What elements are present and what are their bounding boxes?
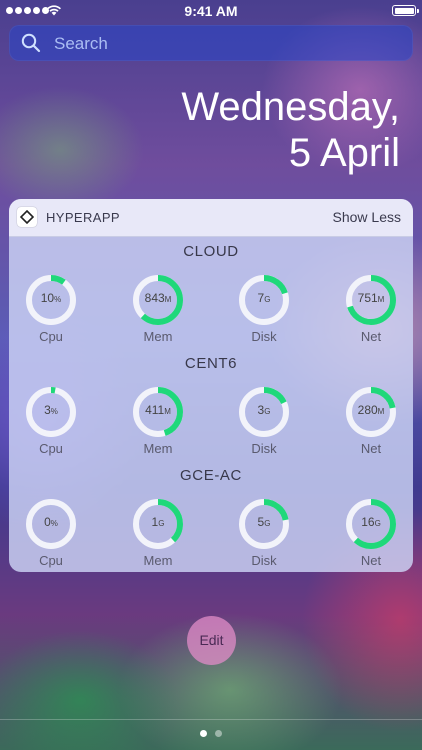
battery-icon bbox=[392, 5, 419, 16]
widget-header: HYPERAPP Show Less bbox=[9, 199, 413, 237]
metric-gauge-net: 16G Net bbox=[345, 498, 401, 568]
gauge-label: Mem bbox=[143, 553, 173, 568]
metric-gauge-mem: 843M Mem bbox=[132, 274, 188, 344]
gauge-unit: M bbox=[164, 295, 172, 304]
gauge-label: Cpu bbox=[39, 553, 63, 568]
gauge-value: 0% bbox=[25, 515, 77, 529]
gauge-value: 280M bbox=[345, 403, 397, 417]
gauge-label: Net bbox=[360, 553, 382, 568]
metric-gauge-disk: 5G Disk bbox=[238, 498, 294, 568]
metric-gauge-mem: 1G Mem bbox=[132, 498, 188, 568]
page-dot-active bbox=[200, 730, 207, 737]
gauge-number: 843 bbox=[144, 291, 165, 305]
page-dot bbox=[215, 730, 222, 737]
gauge-unit: % bbox=[50, 519, 58, 528]
divider bbox=[0, 719, 422, 720]
metric-gauge-cpu: 3% Cpu bbox=[25, 386, 81, 456]
gauge-number: 751 bbox=[357, 291, 378, 305]
server-name: CLOUD bbox=[183, 243, 239, 260]
server-name: CENT6 bbox=[184, 355, 238, 372]
metric-gauge-disk: 3G Disk bbox=[238, 386, 294, 456]
gauge-value: 16G bbox=[345, 515, 397, 529]
gauge-value: 3% bbox=[25, 403, 77, 417]
gauge-unit: % bbox=[54, 295, 62, 304]
gauge-label: Mem bbox=[143, 441, 173, 456]
gauge-label: Disk bbox=[251, 441, 277, 456]
date-day-month: 5 April bbox=[288, 131, 400, 175]
gauge-unit: M bbox=[377, 295, 385, 304]
gauge-label: Cpu bbox=[39, 329, 63, 344]
status-bar: 9:41 AM bbox=[0, 0, 422, 22]
gauge-value: 5G bbox=[238, 515, 290, 529]
gauge-number: 0 bbox=[44, 515, 51, 529]
gauge-unit: G bbox=[158, 519, 165, 528]
page-indicator bbox=[200, 730, 222, 737]
metric-gauge-net: 751M Net bbox=[345, 274, 401, 344]
gauge-value: 3G bbox=[238, 403, 290, 417]
gauge-number: 3 bbox=[44, 403, 51, 417]
gauge-value: 843M bbox=[132, 291, 184, 305]
date-display: Wednesday, 5 April bbox=[181, 84, 400, 176]
server-section: GCE-AC 0% Cpu 1G Mem 5G Disk 16G Net bbox=[9, 460, 413, 572]
gauge-unit: G bbox=[374, 519, 381, 528]
gauge-number: 10 bbox=[40, 291, 55, 305]
server-name: GCE-AC bbox=[180, 467, 242, 484]
gauge-number: 411 bbox=[145, 403, 165, 417]
gauge-label: Disk bbox=[251, 329, 277, 344]
gauge-number: 280 bbox=[357, 403, 378, 417]
gauge-unit: % bbox=[50, 407, 58, 416]
gauge-unit: G bbox=[264, 295, 271, 304]
metric-gauge-mem: 411M Mem bbox=[132, 386, 188, 456]
search-bar[interactable]: Search bbox=[9, 25, 413, 61]
gauge-unit: G bbox=[264, 407, 271, 416]
edit-button[interactable]: Edit bbox=[187, 616, 236, 665]
search-placeholder: Search bbox=[54, 34, 108, 53]
gauge-number: 16 bbox=[361, 515, 375, 529]
date-weekday: Wednesday, bbox=[181, 85, 400, 129]
gauge-value: 7G bbox=[238, 291, 290, 305]
metric-gauge-disk: 7G Disk bbox=[238, 274, 294, 344]
widget-app-name: HYPERAPP bbox=[46, 210, 121, 225]
metric-gauge-cpu: 0% Cpu bbox=[25, 498, 81, 568]
gauge-label: Net bbox=[360, 441, 382, 456]
app-logo-icon bbox=[17, 207, 37, 227]
metric-gauge-cpu: 10% Cpu bbox=[25, 274, 81, 344]
search-icon bbox=[21, 33, 41, 53]
gauge-unit: G bbox=[264, 519, 271, 528]
gauge-label: Disk bbox=[251, 553, 277, 568]
gauge-unit: M bbox=[377, 407, 385, 416]
gauge-unit: M bbox=[164, 407, 171, 416]
hyperapp-widget: HYPERAPP Show Less CLOUD 10% Cpu 843M Mem 7G D… bbox=[9, 199, 413, 572]
gauge-value: 1G bbox=[132, 515, 184, 529]
gauge-value: 751M bbox=[345, 291, 397, 305]
gauge-label: Cpu bbox=[39, 441, 63, 456]
server-section: CENT6 3% Cpu 411M Mem 3G Disk 280M Net bbox=[9, 348, 413, 460]
show-less-button[interactable]: Show Less bbox=[333, 209, 401, 225]
gauge-label: Mem bbox=[143, 329, 173, 344]
gauge-label: Net bbox=[360, 329, 382, 344]
gauge-value: 411M bbox=[132, 403, 184, 417]
gauge-value: 10% bbox=[25, 291, 77, 305]
metric-gauge-net: 280M Net bbox=[345, 386, 401, 456]
server-section: CLOUD 10% Cpu 843M Mem 7G Disk 751M Net bbox=[9, 236, 413, 348]
status-time: 9:41 AM bbox=[184, 3, 238, 19]
